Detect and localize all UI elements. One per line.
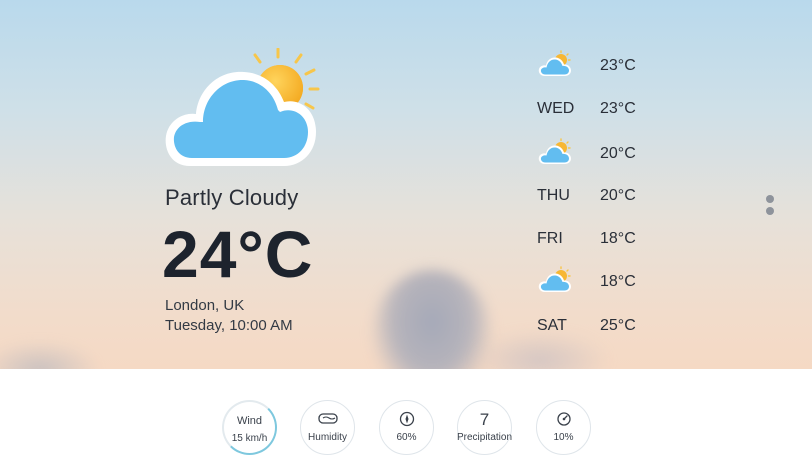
background-hill <box>0 340 100 369</box>
forecast-row[interactable]: THU 20°C <box>537 184 657 210</box>
datetime-label: Tuesday, 10:00 AM <box>165 317 293 334</box>
forecast-row[interactable]: FRI 18°C <box>537 227 657 253</box>
forecast-temp: 23°C <box>600 57 636 74</box>
forecast-row[interactable]: WED 23°C <box>537 97 657 123</box>
forecast-temp: 23°C <box>600 100 636 117</box>
humidity-icon <box>317 413 338 424</box>
compass-icon <box>399 411 414 427</box>
metric-title: Wind <box>236 415 263 427</box>
metric-value: 10% <box>553 432 574 443</box>
precipitation-metric-button[interactable]: 7 Precipitation <box>457 400 512 455</box>
metric-value: Humidity <box>308 432 347 443</box>
metric-number: 7 <box>479 410 490 429</box>
current-condition: Partly Cloudy <box>165 185 299 210</box>
forecast-row[interactable]: 23°C <box>537 50 657 80</box>
forecast-day: SAT <box>537 317 567 334</box>
forecast-temp: 18°C <box>600 273 636 290</box>
page-dot[interactable] <box>766 207 774 215</box>
page-dot[interactable] <box>766 195 774 203</box>
forecast-day: THU <box>537 187 570 204</box>
partly-cloudy-icon <box>538 266 571 292</box>
compass-metric-button[interactable]: 60% <box>379 400 434 455</box>
hero-background <box>0 0 812 369</box>
gauge-icon <box>556 412 571 426</box>
forecast-temp: 18°C <box>600 230 636 247</box>
partly-cloudy-icon <box>165 48 320 166</box>
metric-value: 60% <box>396 432 417 443</box>
humidity-metric-button[interactable]: Humidity <box>300 400 355 455</box>
metric-value: 15 km/h <box>231 433 268 444</box>
forecast-row[interactable]: 20°C <box>537 138 657 168</box>
forecast-row[interactable]: 18°C <box>537 266 657 296</box>
gauge-metric-button[interactable]: 10% <box>536 400 591 455</box>
location-label: London, UK <box>165 297 245 314</box>
forecast-day: FRI <box>537 230 563 247</box>
partly-cloudy-icon <box>538 50 571 76</box>
forecast-temp: 20°C <box>600 187 636 204</box>
wind-metric-button[interactable]: Wind 15 km/h <box>222 400 277 455</box>
current-temperature: 24°C <box>162 217 314 291</box>
partly-cloudy-icon <box>538 138 571 164</box>
page-indicator[interactable] <box>766 195 776 219</box>
forecast-temp: 20°C <box>600 145 636 162</box>
forecast-row[interactable]: SAT 25°C <box>537 314 657 340</box>
forecast-temp: 25°C <box>600 317 636 334</box>
weather-screen: Partly Cloudy 24°C London, UK Tuesday, 1… <box>0 0 812 457</box>
metric-value: Precipitation <box>456 432 513 443</box>
forecast-day: WED <box>537 100 575 117</box>
